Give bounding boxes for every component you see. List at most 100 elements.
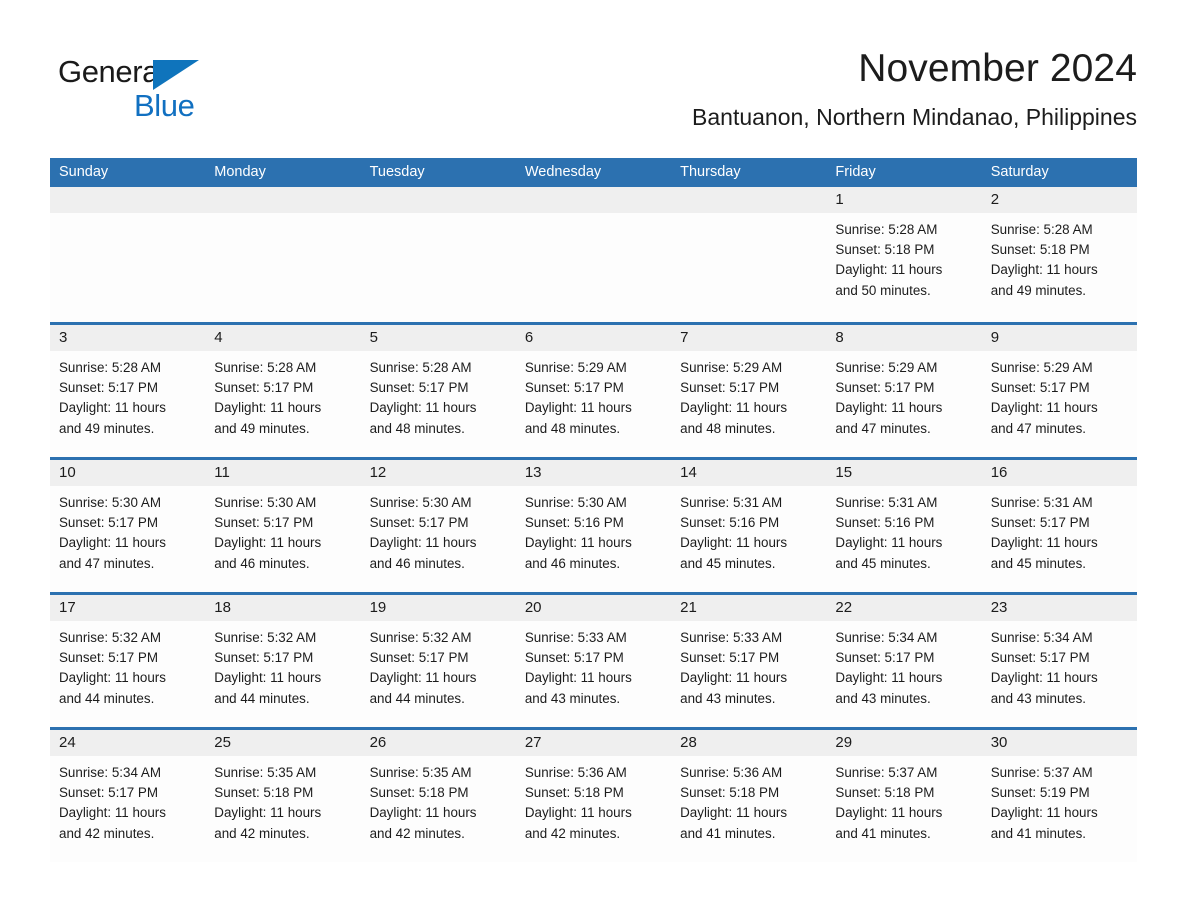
calendar-day-cell[interactable]: 17 Sunrise: 5:32 AM Sunset: 5:17 PM Dayligh…: [50, 595, 206, 727]
daylight-line: and 44 minutes.: [59, 690, 155, 706]
daylight-line: and 49 minutes.: [214, 420, 310, 436]
calendar-day-cell[interactable]: 29 Sunrise: 5:37 AM Sunset: 5:18 PM Dayligh…: [826, 730, 982, 862]
daylight-line: Daylight: 11 hours: [524, 400, 632, 416]
daylight-line: and 46 minutes.: [369, 555, 465, 571]
calendar-day-cell[interactable]: 11 Sunrise: 5:30 AM Sunset: 5:17 PM Dayligh…: [205, 460, 361, 592]
daylight-line: Daylight: 11 hours: [369, 535, 477, 551]
calendar-day-cell[interactable]: 25 Sunrise: 5:35 AM Sunset: 5:18 PM Dayligh…: [205, 730, 361, 862]
calendar-day-cell[interactable]: 24 Sunrise: 5:34 AM Sunset: 5:17 PM Dayligh…: [50, 730, 206, 862]
day-number: 22: [826, 595, 982, 621]
logo-text-blue: Blue: [134, 88, 195, 123]
daylight-line: and 47 minutes.: [59, 555, 155, 571]
calendar-day-cell[interactable]: 2 Sunrise: 5:28 AM Sunset: 5:18 PM Daylight…: [981, 187, 1137, 322]
sunrise-line: Sunrise: 5:29 AM: [835, 360, 938, 375]
day-sun-details: Sunrise: 5:35 AM Sunset: 5:18 PM Daylight:…: [361, 756, 516, 844]
daylight-line: Daylight: 11 hours: [369, 670, 477, 686]
calendar-day-cell[interactable]: 6 Sunrise: 5:29 AM Sunset: 5:17 PM Daylight…: [515, 325, 672, 457]
daylight-line: and 42 minutes.: [524, 825, 621, 841]
sunset-line: Sunset: 5:17 PM: [990, 515, 1090, 531]
day-sun-details: Sunrise: 5:29 AM Sunset: 5:17 PM Daylight:…: [982, 351, 1137, 439]
daylight-line: Daylight: 11 hours: [680, 535, 788, 551]
calendar-day-cell[interactable]: 19 Sunrise: 5:32 AM Sunset: 5:17 PM Dayligh…: [360, 595, 516, 727]
sunset-line: Sunset: 5:18 PM: [835, 785, 935, 801]
day-number: 26: [360, 730, 516, 756]
calendar-week-row: 3 Sunrise: 5:28 AM Sunset: 5:17 PM Daylight…: [50, 322, 1137, 457]
daylight-line: and 41 minutes.: [835, 825, 931, 841]
calendar-day-cell[interactable]: 7 Sunrise: 5:29 AM Sunset: 5:17 PM Daylight…: [671, 325, 827, 457]
day-number: [671, 187, 827, 213]
calendar-day-cell[interactable]: 14 Sunrise: 5:31 AM Sunset: 5:16 PM Dayligh…: [671, 460, 827, 592]
weekday-header-saturday: Saturday: [990, 164, 1049, 180]
sunrise-line: Sunrise: 5:31 AM: [680, 495, 783, 510]
day-sun-details: Sunrise: 5:28 AM Sunset: 5:18 PM Daylight:…: [982, 213, 1137, 301]
day-number: [360, 187, 516, 213]
day-sun-details: Sunrise: 5:29 AM Sunset: 5:17 PM Daylight:…: [671, 351, 826, 439]
day-number: 24: [50, 730, 206, 756]
day-number: 11: [205, 460, 361, 486]
day-number: 29: [826, 730, 982, 756]
calendar-day-cell[interactable]: 27 Sunrise: 5:36 AM Sunset: 5:18 PM Dayligh…: [515, 730, 672, 862]
calendar-day-cell[interactable]: 15 Sunrise: 5:31 AM Sunset: 5:16 PM Dayligh…: [826, 460, 982, 592]
day-sun-details: Sunrise: 5:33 AM Sunset: 5:17 PM Daylight:…: [516, 621, 671, 709]
sunset-line: Sunset: 5:17 PM: [59, 785, 158, 801]
calendar-day-cell[interactable]: 8 Sunrise: 5:29 AM Sunset: 5:17 PM Daylight…: [826, 325, 982, 457]
calendar-day-cell[interactable]: 4 Sunrise: 5:28 AM Sunset: 5:17 PM Daylight…: [205, 325, 361, 457]
calendar-day-cell[interactable]: 12 Sunrise: 5:30 AM Sunset: 5:17 PM Dayligh…: [360, 460, 516, 592]
day-number: 19: [360, 595, 516, 621]
generalblue-logo[interactable]: General Blue: [58, 54, 218, 130]
calendar-day-cell[interactable]: 20 Sunrise: 5:33 AM Sunset: 5:17 PM Dayligh…: [515, 595, 672, 727]
daylight-line: Daylight: 11 hours: [835, 670, 943, 686]
calendar-day-cell[interactable]: 16 Sunrise: 5:31 AM Sunset: 5:17 PM Dayligh…: [981, 460, 1137, 592]
calendar-day-cell[interactable]: 26 Sunrise: 5:35 AM Sunset: 5:18 PM Dayligh…: [360, 730, 516, 862]
calendar-day-cell[interactable]: 9 Sunrise: 5:29 AM Sunset: 5:17 PM Daylight…: [981, 325, 1137, 457]
sunset-line: Sunset: 5:16 PM: [835, 515, 935, 531]
day-sun-details: Sunrise: 5:28 AM Sunset: 5:17 PM Daylight:…: [50, 351, 205, 439]
sunset-line: Sunset: 5:18 PM: [835, 242, 935, 258]
sunset-line: Sunset: 5:17 PM: [524, 380, 624, 396]
daylight-line: and 48 minutes.: [680, 420, 776, 436]
calendar-day-cell[interactable]: 13 Sunrise: 5:30 AM Sunset: 5:16 PM Dayligh…: [515, 460, 672, 592]
sunset-line: Sunset: 5:17 PM: [369, 515, 469, 531]
sunset-line: Sunset: 5:17 PM: [680, 380, 780, 396]
sunset-line: Sunset: 5:18 PM: [369, 785, 469, 801]
calendar-day-cell[interactable]: 21 Sunrise: 5:33 AM Sunset: 5:17 PM Dayligh…: [671, 595, 827, 727]
sunrise-line: Sunrise: 5:29 AM: [990, 360, 1093, 375]
calendar-day-cell[interactable]: 1 Sunrise: 5:28 AM Sunset: 5:18 PM Daylight…: [826, 187, 982, 322]
daylight-line: Daylight: 11 hours: [369, 805, 477, 821]
daylight-line: Daylight: 11 hours: [990, 670, 1098, 686]
daylight-line: Daylight: 11 hours: [59, 805, 166, 821]
sunrise-line: Sunrise: 5:34 AM: [835, 630, 938, 645]
daylight-line: Daylight: 11 hours: [680, 400, 788, 416]
day-sun-details: Sunrise: 5:28 AM Sunset: 5:17 PM Daylight:…: [361, 351, 516, 439]
sunset-line: Sunset: 5:17 PM: [680, 650, 780, 666]
calendar-day-cell[interactable]: 22 Sunrise: 5:34 AM Sunset: 5:17 PM Dayligh…: [826, 595, 982, 727]
sunset-line: Sunset: 5:16 PM: [524, 515, 624, 531]
calendar-day-cell[interactable]: 23 Sunrise: 5:34 AM Sunset: 5:17 PM Dayligh…: [981, 595, 1137, 727]
daylight-line: Daylight: 11 hours: [214, 535, 322, 551]
triangle-flag-icon: [153, 60, 199, 90]
calendar-day-cell[interactable]: 5 Sunrise: 5:28 AM Sunset: 5:17 PM Daylight…: [360, 325, 516, 457]
sunrise-line: Sunrise: 5:34 AM: [990, 630, 1093, 645]
day-number: 20: [515, 595, 672, 621]
daylight-line: Daylight: 11 hours: [214, 400, 322, 416]
daylight-line: and 45 minutes.: [835, 555, 931, 571]
day-number: 21: [671, 595, 827, 621]
day-sun-details: Sunrise: 5:33 AM Sunset: 5:17 PM Daylight:…: [671, 621, 826, 709]
daylight-line: and 45 minutes.: [990, 555, 1086, 571]
page-title: November 2024: [858, 47, 1137, 90]
sunrise-line: Sunrise: 5:32 AM: [369, 630, 472, 645]
calendar-day-cell[interactable]: 30 Sunrise: 5:37 AM Sunset: 5:19 PM Dayligh…: [981, 730, 1137, 862]
day-number: 25: [205, 730, 361, 756]
daylight-line: and 45 minutes.: [680, 555, 776, 571]
calendar-day-cell[interactable]: 28 Sunrise: 5:36 AM Sunset: 5:18 PM Dayligh…: [671, 730, 827, 862]
weekday-header-wednesday: Wednesday: [524, 164, 602, 180]
day-number: 9: [981, 325, 1137, 351]
day-sun-details: Sunrise: 5:32 AM Sunset: 5:17 PM Daylight:…: [50, 621, 205, 709]
sunrise-line: Sunrise: 5:28 AM: [990, 222, 1093, 237]
day-sun-details: Sunrise: 5:34 AM Sunset: 5:17 PM Daylight:…: [982, 621, 1137, 709]
day-sun-details: Sunrise: 5:31 AM Sunset: 5:16 PM Daylight:…: [671, 486, 826, 574]
day-sun-details: Sunrise: 5:32 AM Sunset: 5:17 PM Daylight:…: [361, 621, 516, 709]
calendar-day-cell[interactable]: 18 Sunrise: 5:32 AM Sunset: 5:17 PM Dayligh…: [205, 595, 361, 727]
calendar-day-cell[interactable]: 10 Sunrise: 5:30 AM Sunset: 5:17 PM Dayligh…: [50, 460, 206, 592]
calendar-day-cell[interactable]: 3 Sunrise: 5:28 AM Sunset: 5:17 PM Daylight…: [50, 325, 206, 457]
